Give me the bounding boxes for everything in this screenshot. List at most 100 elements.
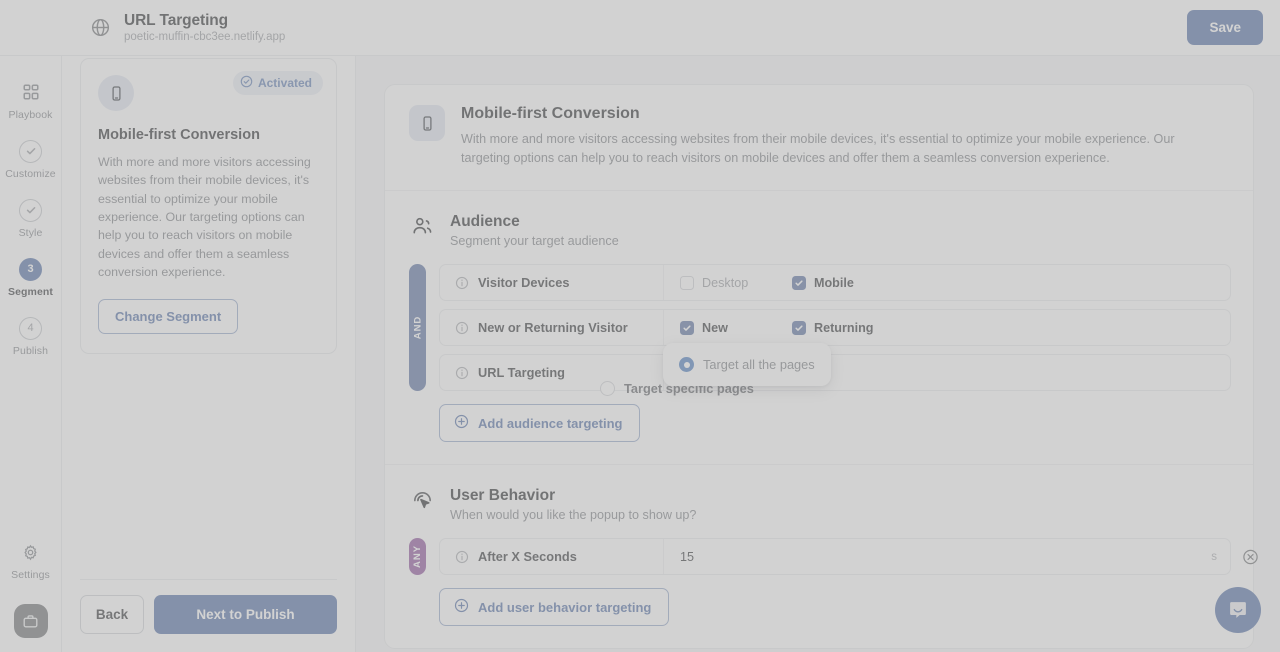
info-icon[interactable] [455, 321, 469, 335]
rule-label-text: Visitor Devices [478, 275, 570, 290]
status-badge: Activated [233, 71, 323, 95]
audience-section: Audience Segment your target audience AN… [385, 191, 1253, 464]
step-number-badge: 4 [19, 316, 43, 340]
checkbox-option-returning[interactable]: Returning [792, 321, 904, 335]
audience-rules: AND [409, 264, 1231, 391]
user-behavior-rule-list: After X Seconds 15 s [439, 538, 1231, 575]
unit-label: s [1211, 551, 1217, 563]
sidebar-item-label: Playbook [9, 109, 53, 121]
mobile-phone-icon [98, 75, 134, 111]
cursor-click-icon [409, 487, 435, 513]
segment-name: Mobile-first Conversion [98, 127, 319, 143]
sidebar-item-label: Style [19, 227, 43, 239]
section-title: User Behavior [450, 487, 696, 505]
status-badge-label: Activated [258, 76, 312, 90]
site-url: poetic-muffin-cbc3ee.netlify.app [124, 31, 285, 43]
audience-section-header: Audience Segment your target audience [409, 213, 1231, 248]
next-to-publish-button[interactable]: Next to Publish [154, 595, 337, 634]
checkbox-icon [680, 276, 694, 290]
main-scroll: Mobile-first Conversion With more and mo… [356, 56, 1280, 652]
step-number-badge: 3 [19, 257, 43, 281]
sidebar-item-playbook[interactable]: Playbook [0, 71, 62, 130]
targeting-card: Mobile-first Conversion With more and mo… [384, 84, 1254, 649]
back-button[interactable]: Back [80, 595, 144, 634]
sidebar-item-label: Settings [11, 569, 50, 581]
plus-circle-icon [454, 598, 469, 616]
remove-circle-icon[interactable] [1242, 548, 1259, 565]
checkbox-label: New [702, 321, 728, 335]
seconds-input[interactable]: 15 [680, 550, 694, 564]
rail-bottom-group: Settings [0, 531, 62, 652]
topbar-texts: URL Targeting poetic-muffin-cbc3ee.netli… [124, 12, 285, 43]
rail-step-list: Playbook Customize Style [0, 65, 62, 366]
section-title: Audience [450, 213, 619, 231]
table-row[interactable]: URL Targeting Target specific pages [439, 354, 1231, 391]
mobile-phone-icon [409, 105, 445, 141]
add-audience-targeting-button[interactable]: Add audience targeting [439, 404, 640, 442]
card-description: With more and more visitors accessing we… [461, 130, 1221, 168]
info-icon[interactable] [455, 550, 469, 564]
segment-description: With more and more visitors accessing we… [98, 153, 319, 282]
add-button-label: Add user behavior targeting [478, 600, 651, 615]
sidebar-item-style[interactable]: Style [0, 189, 62, 248]
checkbox-option-new[interactable]: New [680, 321, 792, 335]
logic-operator-badge[interactable]: AND [409, 264, 426, 391]
card-header: Mobile-first Conversion With more and mo… [385, 85, 1253, 191]
sidebar-item-customize[interactable]: Customize [0, 130, 62, 189]
checkbox-option-mobile[interactable]: Mobile [792, 276, 904, 290]
add-button-label: Add audience targeting [478, 416, 622, 431]
rule-options: Desktop Mobile [664, 265, 1230, 300]
audience-rule-list: Visitor Devices Desktop [439, 264, 1231, 391]
main-area: URL Targeting poetic-muffin-cbc3ee.netli… [356, 0, 1280, 652]
table-row[interactable]: Visitor Devices Desktop [439, 264, 1231, 301]
briefcase-avatar-icon[interactable] [14, 604, 48, 638]
radio-icon [600, 381, 615, 396]
segment-card: Activated Mobile-first Conversion With m… [80, 58, 337, 354]
add-user-behavior-targeting-button[interactable]: Add user behavior targeting [439, 588, 669, 626]
check-circle-icon [19, 198, 43, 222]
chat-bubble-icon[interactable] [1215, 587, 1261, 633]
section-subtitle: When would you like the popup to show up… [450, 508, 696, 522]
checkbox-label: Desktop [702, 276, 748, 290]
radio-icon [679, 357, 694, 372]
change-segment-button[interactable]: Change Segment [98, 299, 238, 334]
top-bar: URL Targeting poetic-muffin-cbc3ee.netli… [0, 0, 1280, 56]
url-targeting-popover[interactable]: Target all the pages [663, 343, 831, 386]
plus-circle-icon [454, 414, 469, 432]
info-icon[interactable] [455, 276, 469, 290]
user-behavior-rules: ANY After X Seconds [409, 538, 1231, 575]
rule-value-cell: 15 s [664, 539, 1230, 574]
sidebar-item-label: Customize [5, 168, 56, 180]
rule-label-text: After X Seconds [478, 549, 577, 564]
app-title: URL Targeting [124, 12, 285, 30]
logic-operator-label: ANY [412, 545, 423, 568]
card-title: Mobile-first Conversion [461, 105, 1221, 123]
check-circle-icon [19, 139, 43, 163]
table-row[interactable]: After X Seconds 15 s [439, 538, 1231, 575]
rule-label-cell: After X Seconds [440, 539, 664, 574]
segment-panel: Segment & Targetings Activated Mobile-fi… [62, 0, 356, 652]
save-button[interactable]: Save [1187, 10, 1263, 45]
app-root: Playbook Customize Style [0, 0, 1280, 652]
rule-label-cell: New or Returning Visitor [440, 310, 664, 345]
audience-people-icon [409, 213, 435, 239]
user-behavior-section-header: User Behavior When would you like the po… [409, 487, 1231, 522]
section-subtitle: Segment your target audience [450, 234, 619, 248]
step-number: 4 [19, 317, 42, 340]
logic-operator-badge[interactable]: ANY [409, 538, 426, 575]
sidebar-item-segment[interactable]: 3 Segment [0, 248, 62, 307]
rule-label-text: New or Returning Visitor [478, 320, 628, 335]
globe-icon [90, 17, 112, 39]
checkbox-option-desktop[interactable]: Desktop [680, 276, 792, 290]
sidebar-item-settings[interactable]: Settings [0, 531, 62, 590]
checkbox-label: Mobile [814, 276, 854, 290]
panel-footer: Back Next to Publish [80, 579, 337, 652]
sidebar-item-publish[interactable]: 4 Publish [0, 307, 62, 366]
table-row[interactable]: New or Returning Visitor New [439, 309, 1231, 346]
info-icon[interactable] [455, 366, 469, 380]
checkbox-icon [680, 321, 694, 335]
sidebar-item-label: Segment [8, 286, 53, 298]
user-behavior-section: User Behavior When would you like the po… [385, 464, 1253, 648]
radio-label: Target all the pages [703, 357, 815, 372]
checkbox-icon [792, 321, 806, 335]
